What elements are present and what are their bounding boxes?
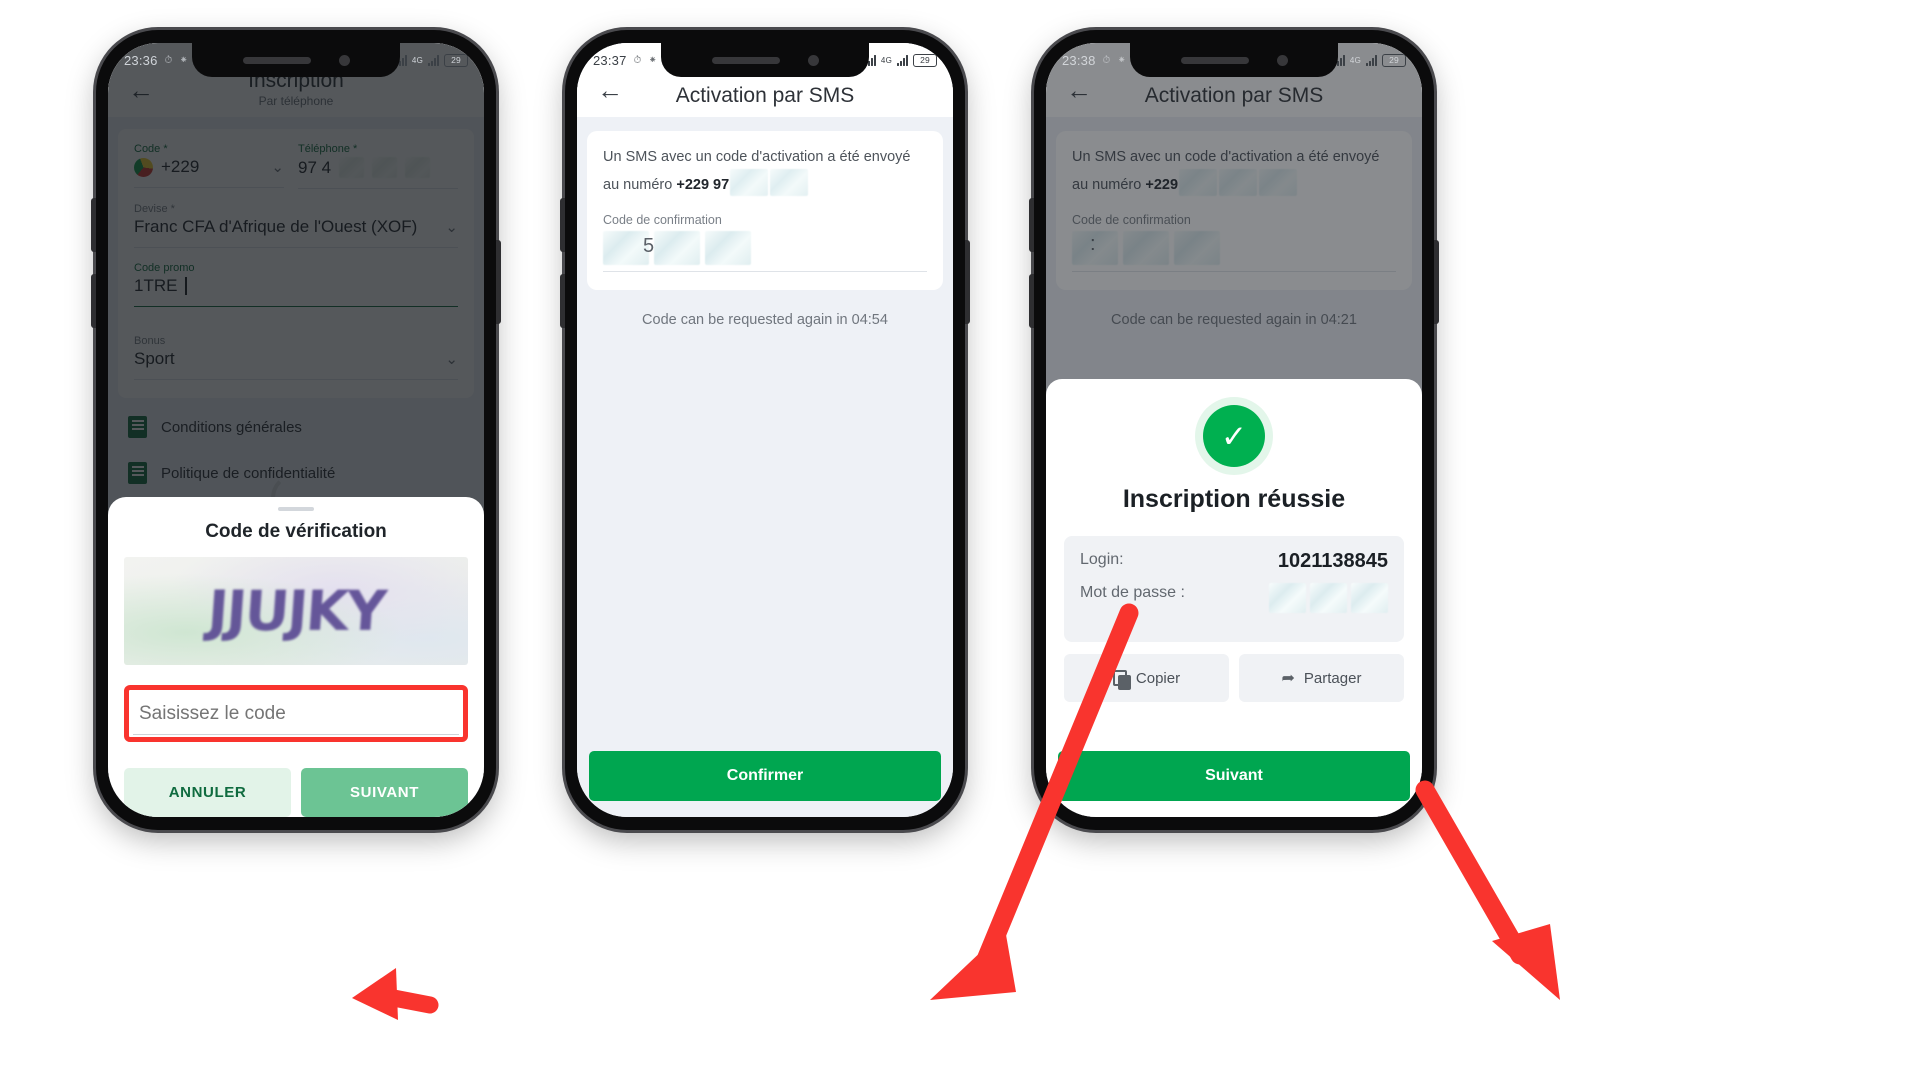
status-left: 23:36 ⏱ ⁕ bbox=[124, 53, 188, 68]
share-label: Partager bbox=[1303, 669, 1362, 687]
status-right: 4G 29 bbox=[864, 53, 937, 67]
code-input-highlight bbox=[124, 685, 468, 742]
status-time: 23:36 bbox=[124, 52, 158, 68]
phone-frame-success: ← Activation par SMS Un SMS avec un code… bbox=[1029, 30, 1439, 830]
tutorial-screenshot: ← Inscription Par téléphone Code * bbox=[0, 0, 1920, 1080]
phone-frame-sms: ← Activation par SMS Un SMS avec un code… bbox=[560, 30, 970, 830]
share-icon: ➦ bbox=[1281, 670, 1295, 687]
captcha-code-input[interactable] bbox=[133, 694, 459, 735]
back-arrow-icon[interactable]: ← bbox=[595, 75, 625, 105]
redacted-block bbox=[705, 230, 751, 265]
copy-label: Copier bbox=[1135, 669, 1181, 687]
sms-line2-prefix: au numéro bbox=[603, 176, 677, 193]
power-button[interactable] bbox=[1434, 240, 1439, 324]
login-value: 1021138845 bbox=[1277, 550, 1388, 572]
earpiece-speaker bbox=[242, 56, 311, 64]
front-camera bbox=[338, 54, 350, 66]
sms-info-card: Un SMS avec un code d'activation a été e… bbox=[587, 131, 943, 290]
redacted-block bbox=[1351, 583, 1388, 613]
arrow-to-suivant-button bbox=[1415, 780, 1560, 1000]
password-row: Mot de passe : bbox=[1080, 583, 1388, 618]
credentials-card: Login: 1021138845 Mot de passe : bbox=[1064, 536, 1404, 642]
copy-button[interactable]: Copier bbox=[1064, 654, 1229, 702]
network-type-label: 4G bbox=[1349, 55, 1361, 65]
app-sms-activation: ← Activation par SMS Un SMS avec un code… bbox=[577, 43, 953, 817]
notch bbox=[661, 43, 869, 77]
power-button[interactable] bbox=[965, 240, 970, 324]
password-value-redacted bbox=[1265, 583, 1388, 618]
status-left: 23:37 ⏱ ⁕ bbox=[593, 53, 657, 68]
appbar-titles: Activation par SMS bbox=[577, 84, 953, 108]
front-camera bbox=[807, 54, 819, 66]
vibrate-icon: ⁕ bbox=[648, 54, 658, 66]
page-title: Activation par SMS bbox=[675, 84, 855, 107]
cancel-button[interactable]: ANNULER bbox=[124, 768, 291, 817]
login-row: Login: 1021138845 bbox=[1080, 550, 1388, 573]
redacted-block bbox=[654, 230, 700, 265]
captcha-text: JJUJKY bbox=[205, 579, 387, 643]
vibrate-icon: ⁕ bbox=[1117, 54, 1127, 66]
notch bbox=[192, 43, 400, 77]
password-label: Mot de passe : bbox=[1080, 584, 1185, 601]
signal-bars-icon bbox=[428, 54, 439, 66]
confirmation-code-label: Code de confirmation bbox=[603, 212, 722, 227]
captcha-image: JJUJKY bbox=[124, 557, 468, 665]
battery-icon: 29 bbox=[913, 53, 937, 67]
status-time: 23:37 bbox=[593, 52, 627, 68]
login-label: Login: bbox=[1080, 551, 1124, 568]
signal-bars-icon bbox=[1366, 54, 1377, 66]
next-button[interactable]: Suivant bbox=[1058, 751, 1410, 801]
sms-message: Un SMS avec un code d'activation a été e… bbox=[603, 147, 927, 197]
screen-registration: ← Inscription Par téléphone Code * bbox=[108, 43, 484, 817]
network-type-label: 4G bbox=[880, 55, 892, 65]
power-button[interactable] bbox=[496, 240, 501, 324]
status-right: 4G 29 bbox=[395, 53, 468, 67]
share-button[interactable]: ➦ Partager bbox=[1239, 654, 1404, 702]
sheet-title: Code de vérification bbox=[205, 521, 387, 542]
vibrate-icon: ⁕ bbox=[179, 54, 189, 66]
success-title: Inscription réussie bbox=[1122, 485, 1346, 513]
check-glyph: ✓ bbox=[1221, 418, 1247, 454]
network-type-label: 4G bbox=[411, 55, 423, 65]
sms-phone: +229 97 bbox=[676, 176, 730, 193]
confirm-button[interactable]: Confirmer bbox=[589, 751, 941, 801]
status-time: 23:38 bbox=[1062, 52, 1096, 68]
front-camera bbox=[1276, 54, 1288, 66]
screen-success: ← Activation par SMS Un SMS avec un code… bbox=[1046, 43, 1422, 817]
copy-icon bbox=[1112, 670, 1131, 690]
redacted-block bbox=[1269, 583, 1306, 613]
battery-icon: 29 bbox=[1382, 53, 1406, 67]
next-button[interactable]: SUIVANT bbox=[301, 768, 468, 817]
notch bbox=[1130, 43, 1338, 77]
redacted-block bbox=[770, 168, 809, 196]
resend-timer-text: Code can be requested again in 04:54 bbox=[642, 311, 888, 328]
signal-bars-icon bbox=[897, 54, 908, 66]
sheet-actions: ANNULER SUIVANT bbox=[124, 768, 468, 817]
sms-line1: Un SMS avec un code d'activation a été e… bbox=[603, 149, 911, 165]
screen-sms-activation: ← Activation par SMS Un SMS avec un code… bbox=[577, 43, 953, 817]
redacted-block bbox=[730, 168, 769, 196]
check-circle-icon: ✓ bbox=[1203, 405, 1265, 467]
earpiece-speaker bbox=[711, 56, 780, 64]
phone-frame-registration: ← Inscription Par téléphone Code * bbox=[91, 30, 501, 830]
alarm-icon: ⏱ bbox=[1102, 54, 1111, 66]
arrow-to-next-button bbox=[352, 968, 439, 1020]
alarm-icon: ⏱ bbox=[633, 54, 642, 66]
alarm-icon: ⏱ bbox=[164, 54, 173, 66]
battery-icon: 29 bbox=[444, 53, 468, 67]
sheet-grabber[interactable] bbox=[278, 507, 314, 511]
captcha-bottom-sheet: Code de vérification JJUJKY ANNULER SUIV… bbox=[108, 497, 484, 817]
redacted-block bbox=[1310, 583, 1347, 613]
status-right: 4G 29 bbox=[1333, 53, 1406, 67]
credential-actions: Copier ➦ Partager bbox=[1064, 654, 1404, 702]
status-left: 23:38 ⏱ ⁕ bbox=[1062, 53, 1126, 68]
confirmation-code-value: 5 bbox=[643, 234, 655, 257]
earpiece-speaker bbox=[1180, 56, 1249, 64]
confirmation-code-input[interactable]: 5 bbox=[603, 230, 927, 272]
